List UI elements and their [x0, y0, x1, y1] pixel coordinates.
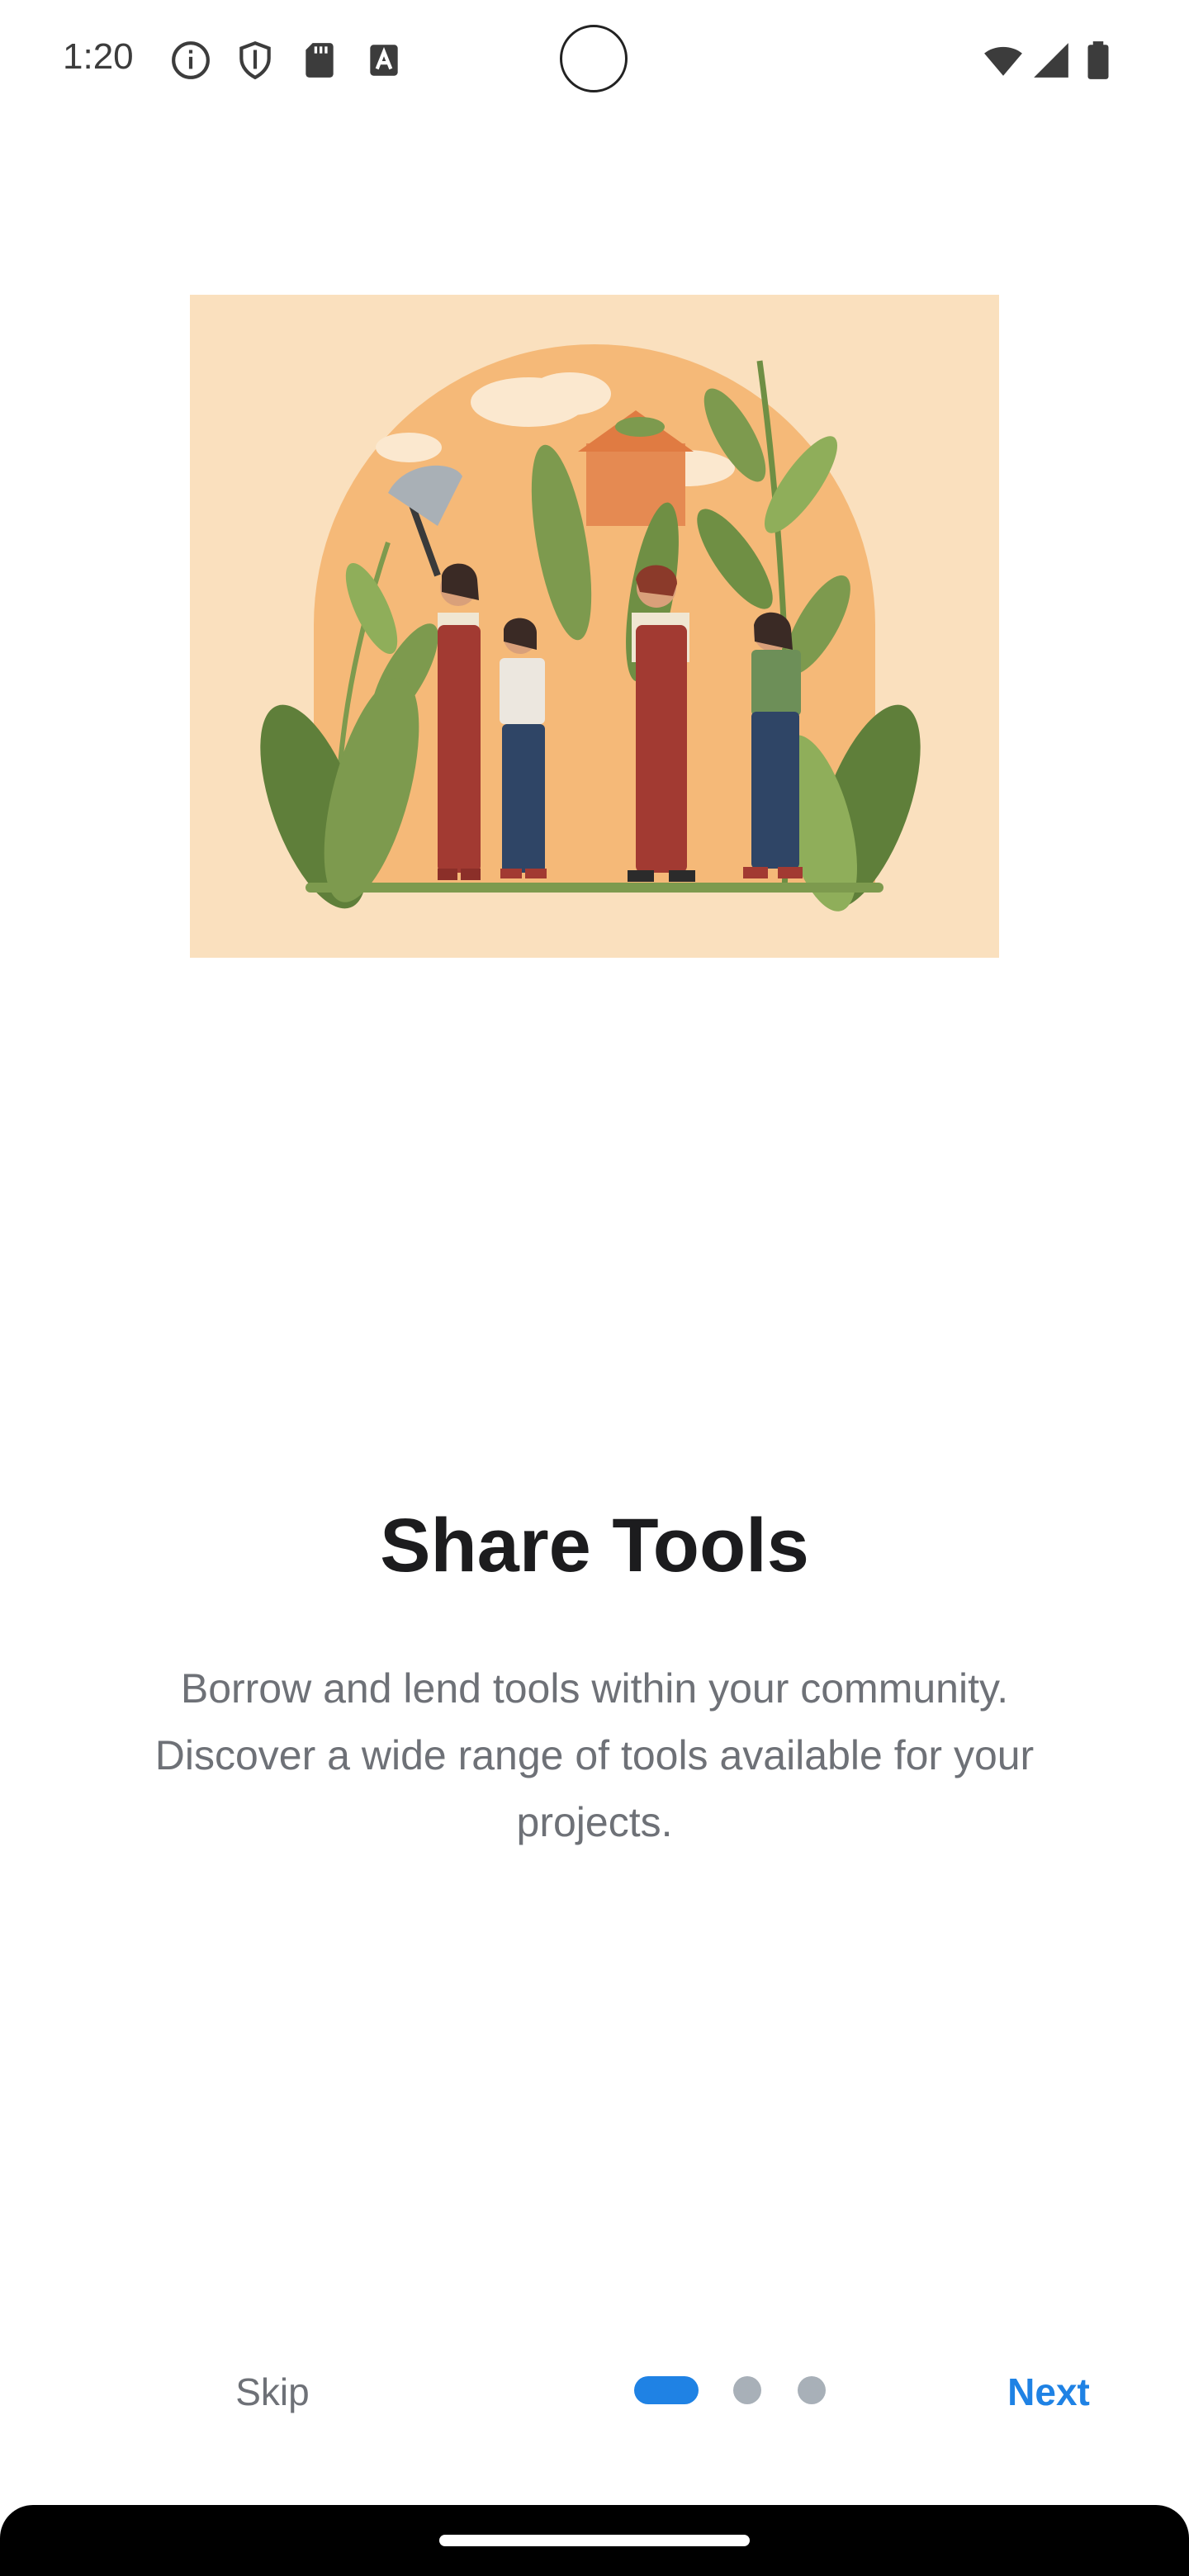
page-indicator-dot-active: [634, 2376, 699, 2404]
status-time: 1:20: [63, 36, 134, 77]
battery-icon: [1087, 41, 1109, 79]
description-line: projects.: [516, 1799, 673, 1845]
font-a-icon: [370, 45, 398, 76]
status-bar: 1:20: [0, 0, 1189, 124]
signal-icon: [1034, 43, 1068, 78]
shield-icon: [239, 40, 271, 80]
description-line: Borrow and lend tools within your commun…: [180, 1665, 1009, 1712]
page-indicator-dot: [798, 2376, 826, 2404]
description-line: Discover a wide range of tools available…: [154, 1732, 1035, 1778]
page-title: Share Tools: [380, 1503, 809, 1588]
info-icon: [172, 41, 210, 79]
home-indicator[interactable]: [439, 2535, 750, 2546]
onboarding-illustration: [190, 295, 999, 958]
next-button[interactable]: Next: [974, 2363, 1123, 2421]
camera-cutout: [560, 25, 628, 92]
wifi-icon: [984, 46, 1022, 76]
page-indicator-dot: [733, 2376, 761, 2404]
sd-card-icon: [306, 43, 334, 78]
page-description: Borrow and lend tools within your commun…: [74, 1655, 1115, 1856]
page-indicator: [634, 2376, 832, 2404]
skip-button[interactable]: Skip: [198, 2363, 347, 2421]
